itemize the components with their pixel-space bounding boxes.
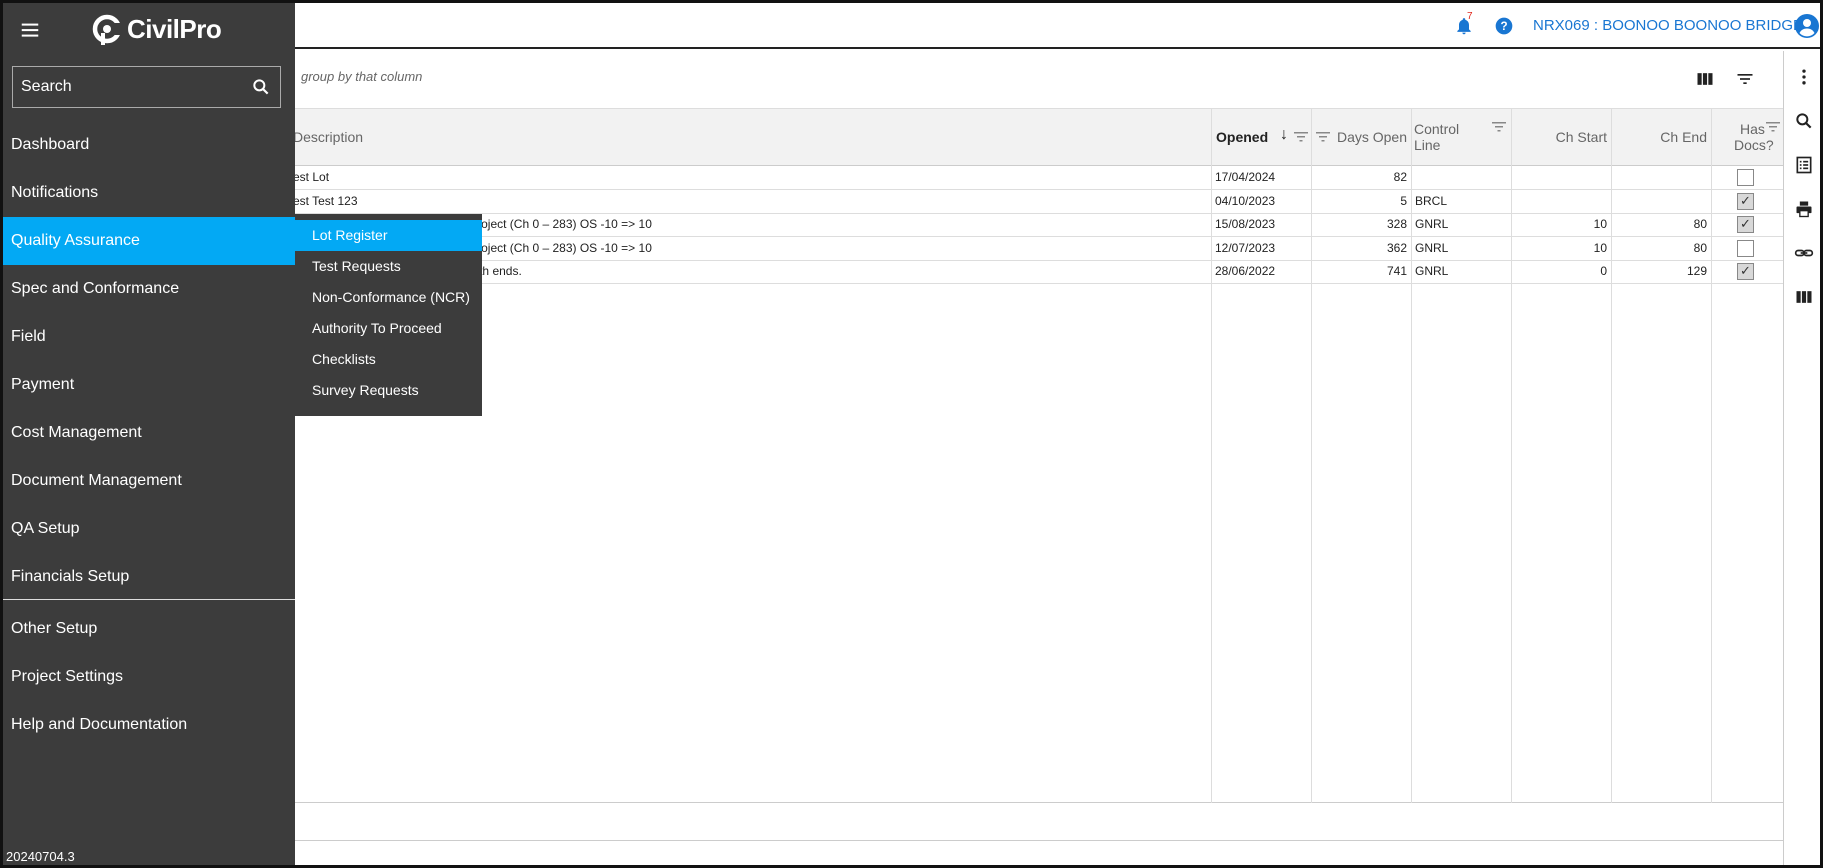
cell-opened: 28/06/2022: [1215, 264, 1276, 278]
columns-icon[interactable]: [1695, 69, 1715, 89]
columns-icon[interactable]: [1794, 287, 1814, 307]
grid-header: Description Opened ↓ Days Open Control L…: [293, 109, 1783, 166]
cell-days-open: 82: [1393, 170, 1407, 184]
cell-opened: 15/08/2023: [1215, 217, 1276, 231]
sidebar-item-financials-setup[interactable]: Financials Setup: [3, 553, 295, 601]
has-docs-checkbox[interactable]: [1737, 169, 1754, 186]
list-view-icon[interactable]: [1794, 155, 1814, 175]
cell-ch-end: 80: [1693, 217, 1707, 231]
user-avatar-icon[interactable]: [1795, 14, 1819, 38]
column-header-ch-end[interactable]: Ch End: [1611, 109, 1711, 166]
search-icon[interactable]: [251, 77, 271, 97]
column-header-days-open[interactable]: Days Open: [1311, 109, 1411, 166]
cell-control-line: GNRL: [1415, 264, 1449, 278]
more-vertical-icon[interactable]: [1794, 67, 1814, 87]
notification-count-badge: 7: [1467, 11, 1473, 22]
column-header-ch-start[interactable]: Ch Start: [1511, 109, 1611, 166]
has-docs-checkbox[interactable]: [1737, 239, 1754, 257]
project-title[interactable]: NRX069 : BOONOO BOONOO BRIDGE: [1533, 17, 1803, 34]
column-filter-icon[interactable]: [1294, 131, 1308, 143]
sidebar-item-payment[interactable]: Payment: [3, 361, 295, 409]
sidebar-item-quality-assurance[interactable]: Quality Assurance: [3, 217, 295, 265]
cell-opened: 12/07/2023: [1215, 240, 1276, 255]
quality-assurance-submenu: Lot Register Test Requests Non-Conformance…: [295, 214, 482, 416]
app-version: 20240704.3: [6, 849, 75, 864]
submenu-item-survey-requests[interactable]: Survey Requests: [295, 375, 482, 406]
submenu-item-lot-register[interactable]: Lot Register: [295, 220, 482, 251]
sidebar-item-cost-management[interactable]: Cost Management: [3, 409, 295, 457]
sidebar-item-document-management[interactable]: Document Management: [3, 457, 295, 505]
column-header-control-line[interactable]: Control Line: [1411, 109, 1511, 166]
sidebar-item-notifications[interactable]: Notifications: [3, 169, 295, 217]
cell-days-open: 741: [1386, 264, 1407, 278]
cell-control-line: BRCL: [1415, 193, 1448, 208]
table-row[interactable]: ment management plans - whole project (C…: [293, 237, 1783, 261]
grid-toolbar: group by that column: [293, 51, 1783, 109]
sidebar-item-spec-and-conformance[interactable]: Spec and Conformance: [3, 265, 295, 313]
help-icon[interactable]: ?: [1494, 16, 1514, 36]
svg-text:?: ?: [1500, 20, 1507, 33]
column-header-description[interactable]: Description: [293, 109, 1211, 166]
grid-footer: [293, 803, 1783, 841]
cell-ch-start: 0: [1600, 264, 1607, 278]
table-row[interactable]: est Lot 17/04/2024 82: [293, 166, 1783, 190]
sidebar-item-dashboard[interactable]: Dashboard: [3, 121, 295, 169]
table-row[interactable]: est Test 123 04/10/2023 5 BRCL: [293, 190, 1783, 214]
hamburger-menu-icon[interactable]: [19, 19, 41, 41]
submenu-item-non-conformance-ncr[interactable]: Non-Conformance (NCR): [295, 282, 482, 313]
sidebar-item-project-settings[interactable]: Project Settings: [3, 653, 295, 701]
cell-control-line: GNRL: [1415, 240, 1449, 255]
logo-text: CivilPro: [127, 13, 222, 44]
sidebar-item-qa-setup[interactable]: QA Setup: [3, 505, 295, 553]
filter-icon[interactable]: [1735, 69, 1755, 89]
cell-ch-start: 10: [1593, 217, 1607, 231]
side-navigation: CivilPro DashboardNotificationsQuality A…: [3, 3, 295, 865]
cell-control-line: GNRL: [1415, 217, 1449, 231]
column-filter-icon[interactable]: [1316, 131, 1330, 143]
cell-opened: 17/04/2024: [1215, 170, 1276, 184]
print-icon[interactable]: [1794, 199, 1814, 219]
civilpro-logo[interactable]: CivilPro: [91, 11, 222, 47]
table-row[interactable]: LHW - Ch 0 to 129 o/s -10 to 10 both end…: [293, 260, 1783, 284]
column-filter-icon[interactable]: [1766, 121, 1780, 133]
column-filter-icon[interactable]: [1492, 121, 1506, 133]
grid-body: est Lot 17/04/2024 82 est Test 123 04/10/202…: [293, 166, 1783, 803]
cell-days-open: 5: [1400, 193, 1407, 208]
submenu-item-test-requests[interactable]: Test Requests: [295, 251, 482, 282]
submenu-item-authority-to-proceed[interactable]: Authority To Proceed: [295, 313, 482, 344]
sidebar-item-help-and-documentation[interactable]: Help and Documentation: [3, 701, 295, 749]
column-header-has-docs[interactable]: Has Docs?: [1711, 109, 1783, 166]
has-docs-checkbox[interactable]: [1737, 263, 1754, 280]
cell-ch-start: 10: [1593, 240, 1607, 255]
cell-description: est Test 123: [293, 193, 358, 208]
app-window: 7 ? NRX069 : BOONOO BOONOO BRIDGE group …: [0, 0, 1823, 868]
search-icon[interactable]: [1794, 111, 1814, 131]
sidebar-item-other-setup[interactable]: Other Setup: [3, 605, 295, 653]
cell-days-open: 328: [1386, 217, 1407, 231]
cell-ch-end: 129: [1686, 264, 1707, 278]
link-icon[interactable]: [1794, 243, 1814, 263]
search-input[interactable]: [13, 67, 243, 107]
cell-days-open: 362: [1386, 240, 1407, 255]
cell-description: est Lot: [293, 170, 330, 184]
cell-ch-end: 80: [1693, 240, 1707, 255]
table-row[interactable]: ment management plans - whole project (C…: [293, 213, 1783, 237]
cell-opened: 04/10/2023: [1215, 193, 1276, 208]
column-header-opened[interactable]: Opened ↓: [1211, 109, 1311, 166]
has-docs-checkbox[interactable]: [1737, 216, 1754, 233]
has-docs-checkbox[interactable]: [1737, 192, 1754, 210]
group-by-hint: group by that column: [301, 69, 423, 84]
nav-divider: [3, 599, 295, 600]
sidebar-search: [12, 66, 281, 108]
civilpro-logo-icon: [92, 14, 122, 45]
submenu-item-checklists[interactable]: Checklists: [295, 344, 482, 375]
sort-descending-icon[interactable]: ↓: [1280, 126, 1288, 144]
right-toolbar: [1783, 51, 1820, 865]
sidebar-item-field[interactable]: Field: [3, 313, 295, 361]
